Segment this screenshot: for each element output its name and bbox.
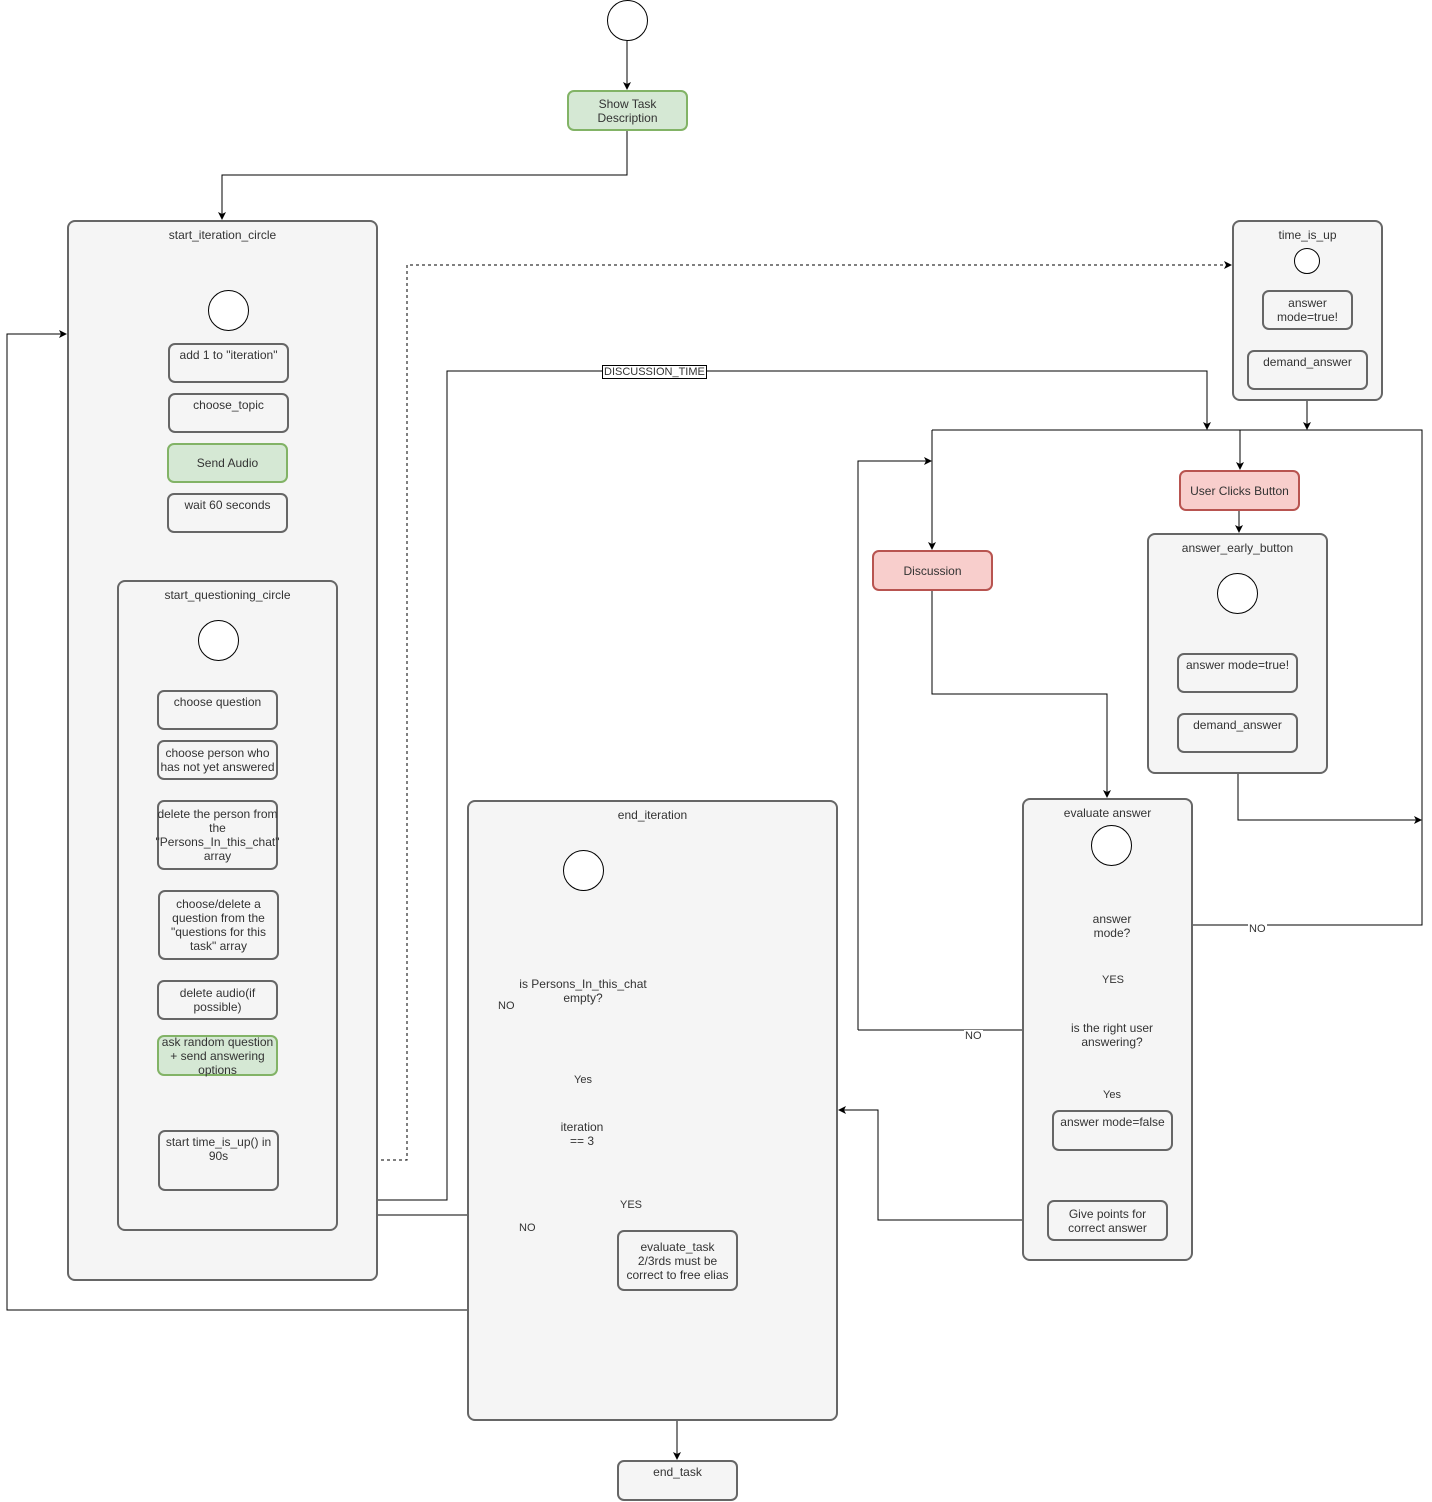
event-discussion[interactable]: Discussion bbox=[872, 550, 993, 591]
edge-label-yes: YES bbox=[619, 1199, 644, 1211]
decision-right-user-label: is the right user answering? bbox=[1070, 1021, 1154, 1049]
step-choose-person[interactable]: choose person who has not yet answered bbox=[157, 740, 278, 780]
edge-label-yes: Yes bbox=[573, 1074, 593, 1086]
start-node-circle[interactable] bbox=[1294, 248, 1320, 274]
step-ask-random-question[interactable]: ask random question + send answering opt… bbox=[157, 1034, 278, 1077]
decision-iteration-3-label: iteration == 3 bbox=[560, 1120, 604, 1148]
event-user-clicks-button[interactable]: User Clicks Button bbox=[1179, 470, 1300, 511]
edge-arrow bbox=[838, 1106, 1047, 1221]
node-label: choose_topic bbox=[193, 398, 264, 412]
edge-arrow bbox=[931, 591, 1111, 798]
container-title: evaluate answer bbox=[1063, 806, 1152, 820]
step-choose-question[interactable]: choose question bbox=[157, 690, 278, 730]
node-label: Show Task Description bbox=[597, 96, 658, 125]
start-node-circle[interactable] bbox=[208, 290, 249, 331]
container-title: start_iteration_circle bbox=[168, 228, 277, 242]
node-label: demand_answer bbox=[1263, 355, 1352, 369]
edge-label-no: NO bbox=[1248, 923, 1267, 935]
step-delete-person[interactable]: delete the person from the "Persons_In_t… bbox=[155, 800, 280, 870]
edge-arrow bbox=[218, 131, 628, 220]
container-title: start_questioning_circle bbox=[164, 588, 291, 602]
step-choose-delete-question[interactable]: choose/delete a question from the "quest… bbox=[158, 890, 279, 960]
node-label: choose person who has not yet answered bbox=[160, 746, 275, 774]
edge-label-no: NO bbox=[964, 1030, 983, 1042]
step-demand-answer[interactable]: demand_answer bbox=[1177, 713, 1298, 753]
start-node-circle[interactable] bbox=[1217, 573, 1258, 614]
edge-arrow bbox=[857, 457, 932, 1030]
step-answer-mode-true[interactable]: answer mode=true! bbox=[1262, 290, 1353, 330]
container-title: end_iteration bbox=[617, 808, 688, 822]
node-label: delete audio(if possible) bbox=[179, 986, 256, 1014]
node-label: wait 60 seconds bbox=[184, 498, 271, 512]
step-send-audio[interactable]: Send Audio bbox=[167, 443, 288, 483]
node-label: Send Audio bbox=[196, 456, 259, 470]
step-delete-audio[interactable]: delete audio(if possible) bbox=[157, 980, 278, 1020]
node-label: Give points for correct answer bbox=[1068, 1206, 1147, 1235]
start-node-circle[interactable] bbox=[1091, 825, 1132, 866]
node-label: add 1 to "iteration" bbox=[179, 348, 278, 362]
edge-label-discussion-time: DISCUSSION_TIME bbox=[602, 365, 707, 379]
node-end-task[interactable]: end_task bbox=[617, 1460, 738, 1501]
container-title: time_is_up bbox=[1278, 228, 1337, 242]
start-node-circle[interactable] bbox=[607, 0, 648, 41]
step-evaluate-task[interactable]: evaluate_task 2/3rds must be correct to … bbox=[617, 1230, 738, 1291]
node-label: User Clicks Button bbox=[1190, 483, 1289, 498]
edge-label-no: NO bbox=[497, 1000, 516, 1012]
step-answer-mode-false[interactable]: answer mode=false bbox=[1052, 1110, 1173, 1151]
edge-label-yes: YES bbox=[1101, 974, 1126, 986]
start-node-circle[interactable] bbox=[198, 620, 239, 661]
node-label: start time_is_up() in 90s bbox=[165, 1135, 272, 1163]
decision-persons-empty-label: is Persons_In_this_chat empty? bbox=[519, 977, 647, 1005]
node-label: choose question bbox=[173, 695, 262, 709]
node-label: ask random question + send answering opt… bbox=[161, 1034, 274, 1077]
decision-answer-mode-label: answer mode? bbox=[1092, 912, 1132, 940]
edge-label-no: NO bbox=[518, 1222, 537, 1234]
step-give-points[interactable]: Give points for correct answer bbox=[1047, 1200, 1168, 1241]
node-label: Discussion bbox=[903, 563, 962, 578]
node-show-task-description[interactable]: Show Task Description bbox=[567, 90, 688, 131]
step-answer-mode-true[interactable]: answer mode=true! bbox=[1177, 653, 1298, 693]
node-label: answer mode=true! bbox=[1276, 296, 1339, 324]
node-label: delete the person from the "Persons_In_t… bbox=[155, 807, 280, 863]
node-label: answer mode=false bbox=[1060, 1115, 1165, 1129]
container-end-iteration[interactable]: end_iteration bbox=[467, 800, 838, 1421]
edge-arrow bbox=[1237, 774, 1422, 824]
step-start-time-is-up[interactable]: start time_is_up() in 90s bbox=[158, 1130, 279, 1191]
step-wait-60-seconds[interactable]: wait 60 seconds bbox=[167, 493, 288, 533]
node-label: end_task bbox=[653, 1465, 702, 1479]
start-node-circle[interactable] bbox=[563, 850, 604, 891]
node-label: answer mode=true! bbox=[1185, 658, 1290, 672]
node-label: evaluate_task 2/3rds must be correct to … bbox=[626, 1239, 729, 1282]
node-label: choose/delete a question from the "quest… bbox=[171, 897, 266, 953]
node-label: demand_answer bbox=[1193, 718, 1282, 732]
edge-label-yes: Yes bbox=[1102, 1089, 1122, 1101]
step-demand-answer[interactable]: demand_answer bbox=[1247, 350, 1368, 390]
container-title: answer_early_button bbox=[1181, 541, 1294, 555]
step-choose-topic[interactable]: choose_topic bbox=[168, 393, 289, 433]
step-add-iteration[interactable]: add 1 to "iteration" bbox=[168, 343, 289, 383]
